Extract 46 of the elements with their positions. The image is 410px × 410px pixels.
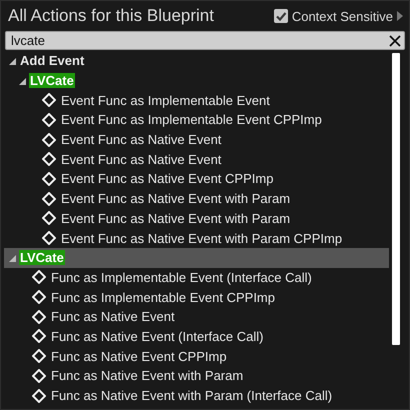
- category-row[interactable]: LVCate: [4, 70, 389, 90]
- diamond-icon: [32, 349, 46, 364]
- expand-arrow-icon[interactable]: [397, 11, 403, 21]
- diamond-icon: [42, 172, 56, 186]
- action-item[interactable]: Func as Native Event CPPImp: [51, 348, 227, 364]
- action-item[interactable]: Event Func as Native Event with Param: [61, 191, 290, 206]
- action-item[interactable]: Event Func as Implementable Event CPPImp: [61, 112, 322, 128]
- action-item[interactable]: Event Func as Native Event CPPImp: [61, 171, 274, 186]
- diamond-icon: [42, 231, 56, 246]
- action-item[interactable]: Event Func as Native Event with Param CPPImp: [61, 230, 342, 246]
- diamond-icon: [42, 192, 56, 206]
- action-item[interactable]: Func as Native Event: [51, 309, 175, 324]
- diamond-icon: [32, 368, 46, 383]
- action-item[interactable]: Func as Native Event with Param: [51, 368, 244, 384]
- scrollbar-thumb[interactable]: [392, 53, 400, 345]
- action-item[interactable]: Func as Native Event (Interface Call): [51, 328, 264, 344]
- search-field[interactable]: lvcate: [5, 31, 405, 50]
- action-item[interactable]: Event Func as Native Event: [61, 152, 222, 167]
- diamond-icon: [42, 93, 56, 108]
- diamond-icon: [42, 152, 56, 166]
- category-label[interactable]: LVCate: [29, 73, 75, 88]
- diamond-icon: [32, 329, 46, 344]
- action-item[interactable]: Func as Native Event with Param (Interface Call): [51, 388, 332, 404]
- diamond-icon: [42, 211, 56, 226]
- action-item[interactable]: Func as Implementable Event (Interface Call): [51, 270, 312, 285]
- expanded-arrow-icon[interactable]: [9, 58, 16, 66]
- diamond-icon: [32, 270, 46, 284]
- diamond-icon: [32, 290, 46, 304]
- expanded-arrow-icon[interactable]: [9, 255, 16, 262]
- clear-icon[interactable]: [389, 34, 401, 46]
- action-item[interactable]: Event Func as Implementable Event: [61, 92, 270, 108]
- diamond-icon: [42, 112, 56, 127]
- category-label[interactable]: LVCate: [19, 250, 65, 266]
- expanded-arrow-icon[interactable]: [19, 78, 26, 86]
- category-label[interactable]: Add Event: [19, 53, 86, 68]
- action-item[interactable]: Func as Implementable Event CPPImp: [51, 290, 275, 305]
- diamond-icon: [32, 310, 46, 324]
- context-sensitive-label: Context Sensitive: [292, 8, 393, 24]
- category-row[interactable]: Add Event: [4, 51, 389, 71]
- panel-title: All Actions for this Blueprint: [8, 6, 214, 26]
- action-item[interactable]: Event Func as Native Event with Param: [61, 210, 290, 226]
- action-item[interactable]: Event Func as Native Event: [61, 132, 222, 148]
- category-row[interactable]: LVCate: [4, 248, 389, 268]
- diamond-icon: [32, 388, 46, 403]
- diamond-icon: [42, 132, 56, 147]
- context-sensitive-checkbox[interactable]: [274, 9, 288, 23]
